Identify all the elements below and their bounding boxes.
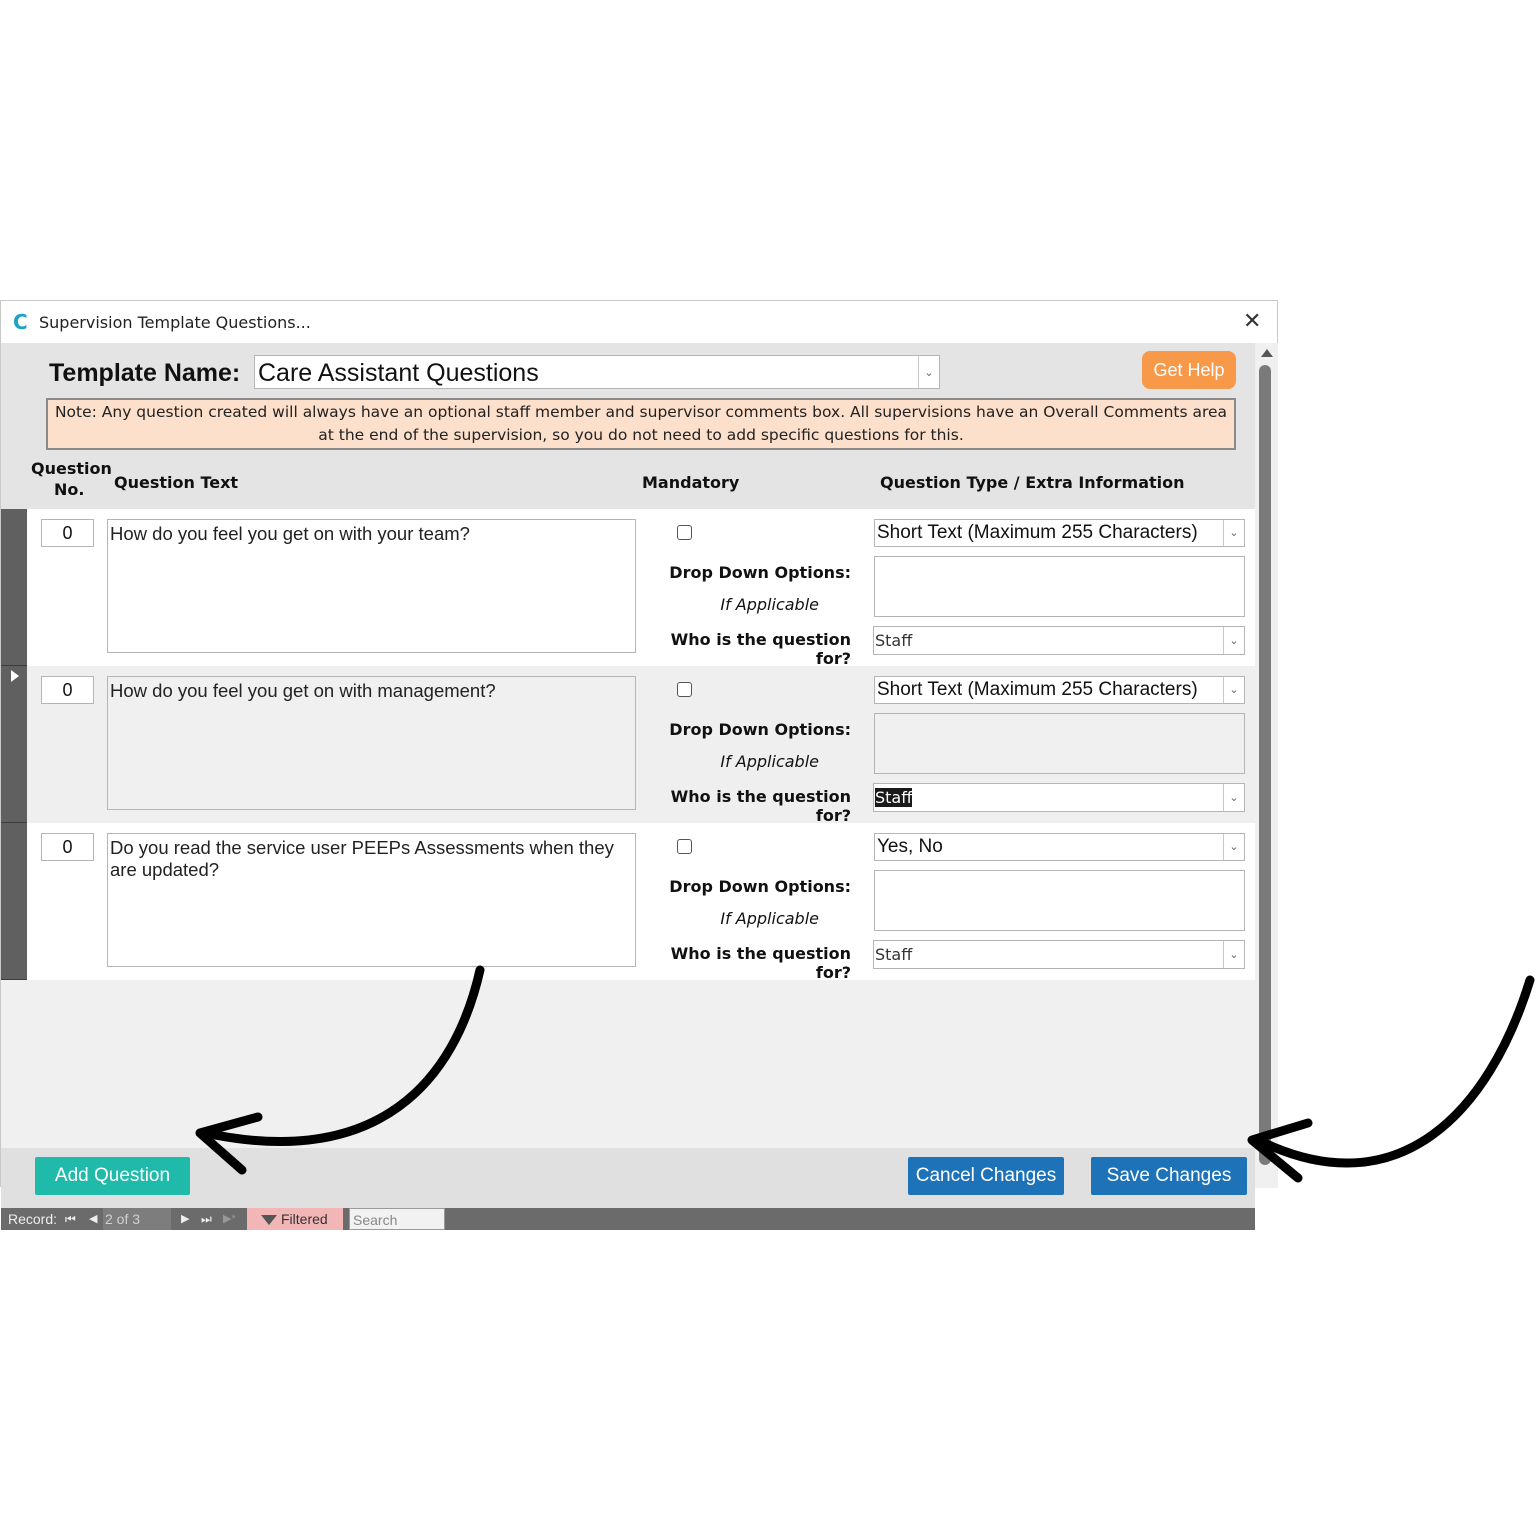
arrow-to-save-changes: [1253, 975, 1535, 1168]
annotation-arrows: [195, 965, 1535, 1183]
